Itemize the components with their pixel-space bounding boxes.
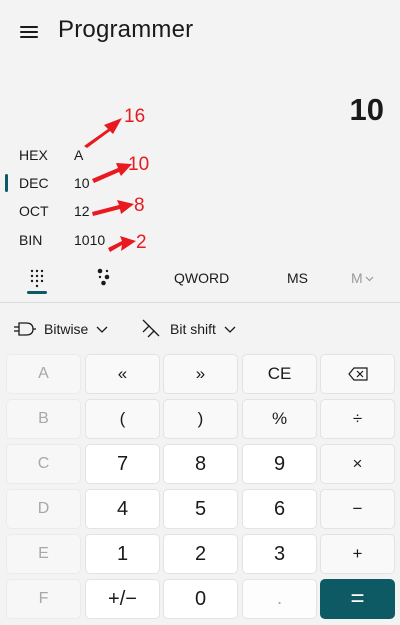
annotation-label: 16 xyxy=(124,106,146,127)
right-shift-button[interactable]: » xyxy=(163,354,238,394)
radix-row-hex[interactable]: HEX A xyxy=(0,142,400,168)
radix-label: DEC xyxy=(19,175,49,191)
bit-toggling-keypad-icon[interactable] xyxy=(94,266,114,290)
digit-6-button[interactable]: 6 xyxy=(242,489,317,529)
mode-bar: QWORD MS M xyxy=(0,262,400,298)
left-shift-button[interactable]: « xyxy=(85,354,160,394)
multiply-button[interactable]: × xyxy=(320,444,395,484)
logic-gate-icon xyxy=(14,322,36,336)
subtract-button[interactable]: − xyxy=(320,489,395,529)
hex-b-button[interactable]: B xyxy=(6,399,81,439)
backspace-icon xyxy=(347,367,368,381)
radix-label: HEX xyxy=(19,147,48,163)
divide-button[interactable]: ÷ xyxy=(320,399,395,439)
selected-indicator xyxy=(5,174,8,192)
bitwise-dropdown[interactable]: Bitwise xyxy=(14,316,108,342)
digit-5-button[interactable]: 5 xyxy=(163,489,238,529)
digit-8-button[interactable]: 8 xyxy=(163,444,238,484)
add-button[interactable]: + xyxy=(320,534,395,574)
radix-label: OCT xyxy=(19,203,49,219)
digit-3-button[interactable]: 3 xyxy=(242,534,317,574)
result-display: 10 xyxy=(349,92,384,127)
clear-entry-button[interactable]: CE xyxy=(242,354,317,394)
digit-9-button[interactable]: 9 xyxy=(242,444,317,484)
equals-button[interactable]: = xyxy=(320,579,395,619)
radix-row-oct[interactable]: OCT 12 xyxy=(0,198,400,224)
memory-menu-button[interactable]: M xyxy=(351,270,374,286)
hex-f-button[interactable]: F xyxy=(6,579,81,619)
hex-e-button[interactable]: E xyxy=(6,534,81,574)
bitshift-label: Bit shift xyxy=(170,321,216,337)
radix-row-bin[interactable]: BIN 1010 xyxy=(0,227,400,253)
open-paren-button[interactable]: ( xyxy=(85,399,160,439)
radix-value: 1010 xyxy=(74,232,106,248)
radix-value: A xyxy=(74,147,84,163)
page-title: Programmer xyxy=(58,16,194,43)
memory-store-button[interactable]: MS xyxy=(287,270,308,286)
digit-2-button[interactable]: 2 xyxy=(163,534,238,574)
calculator-window: Programmer 10 HEX A DEC 10 OCT 12 BIN 10… xyxy=(0,0,400,625)
hex-c-button[interactable]: C xyxy=(6,444,81,484)
annotation-label: 10 xyxy=(128,154,150,175)
bitwise-label: Bitwise xyxy=(44,321,89,337)
annotation-label: 8 xyxy=(134,195,145,216)
chevron-down-icon xyxy=(96,326,108,333)
memory-menu-label: M xyxy=(351,270,363,286)
digit-7-button[interactable]: 7 xyxy=(85,444,160,484)
digit-4-button[interactable]: 4 xyxy=(85,489,160,529)
hamburger-icon[interactable] xyxy=(20,24,40,40)
divider xyxy=(0,302,400,303)
radix-value: 12 xyxy=(74,203,90,219)
word-size-button[interactable]: QWORD xyxy=(174,270,229,286)
radix-value: 10 xyxy=(74,175,90,191)
close-paren-button[interactable]: ) xyxy=(163,399,238,439)
chevron-down-icon xyxy=(365,276,374,282)
chevron-down-icon xyxy=(224,326,236,333)
radix-row-dec[interactable]: DEC 10 xyxy=(0,170,400,196)
hex-a-button[interactable]: A xyxy=(6,354,81,394)
radix-label: BIN xyxy=(19,232,43,248)
decimal-button[interactable]: . xyxy=(242,579,317,619)
digit-0-button[interactable]: 0 xyxy=(163,579,238,619)
hex-d-button[interactable]: D xyxy=(6,489,81,529)
negate-button[interactable]: +/− xyxy=(85,579,160,619)
bit-shift-icon xyxy=(142,319,160,338)
modulo-button[interactable]: % xyxy=(242,399,317,439)
full-keypad-icon[interactable] xyxy=(27,268,47,288)
annotation-label: 2 xyxy=(136,232,147,253)
active-tab-indicator xyxy=(27,291,47,294)
backspace-button[interactable] xyxy=(320,354,395,394)
bitshift-dropdown[interactable]: Bit shift xyxy=(140,316,236,342)
digit-1-button[interactable]: 1 xyxy=(85,534,160,574)
